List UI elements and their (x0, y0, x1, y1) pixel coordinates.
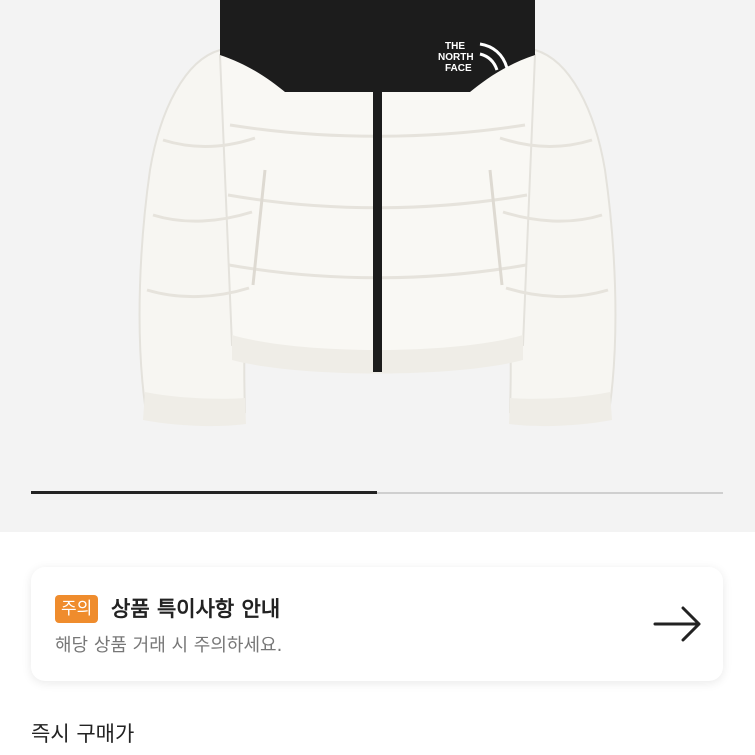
gallery-progress-bar (31, 491, 723, 494)
svg-text:FACE: FACE (445, 63, 472, 74)
product-image: THE NORTH FACE (138, 0, 617, 427)
gallery-progress-fill (31, 491, 377, 494)
caution-badge: 주의 (55, 595, 99, 623)
product-notice-card[interactable]: 주의 상품 특이사항 안내 해당 상품 거래 시 주의하세요. (31, 567, 723, 681)
notice-title: 상품 특이사항 안내 (111, 597, 281, 621)
product-image-gallery[interactable]: THE NORTH FACE (0, 0, 755, 532)
svg-text:NORTH: NORTH (438, 52, 474, 63)
instant-buy-price-heading: 즉시 구매가 (31, 722, 135, 746)
svg-text:THE: THE (445, 41, 465, 52)
notice-subtitle: 해당 상품 거래 시 주의하세요. (55, 635, 283, 656)
arrow-right-icon[interactable] (651, 602, 705, 646)
